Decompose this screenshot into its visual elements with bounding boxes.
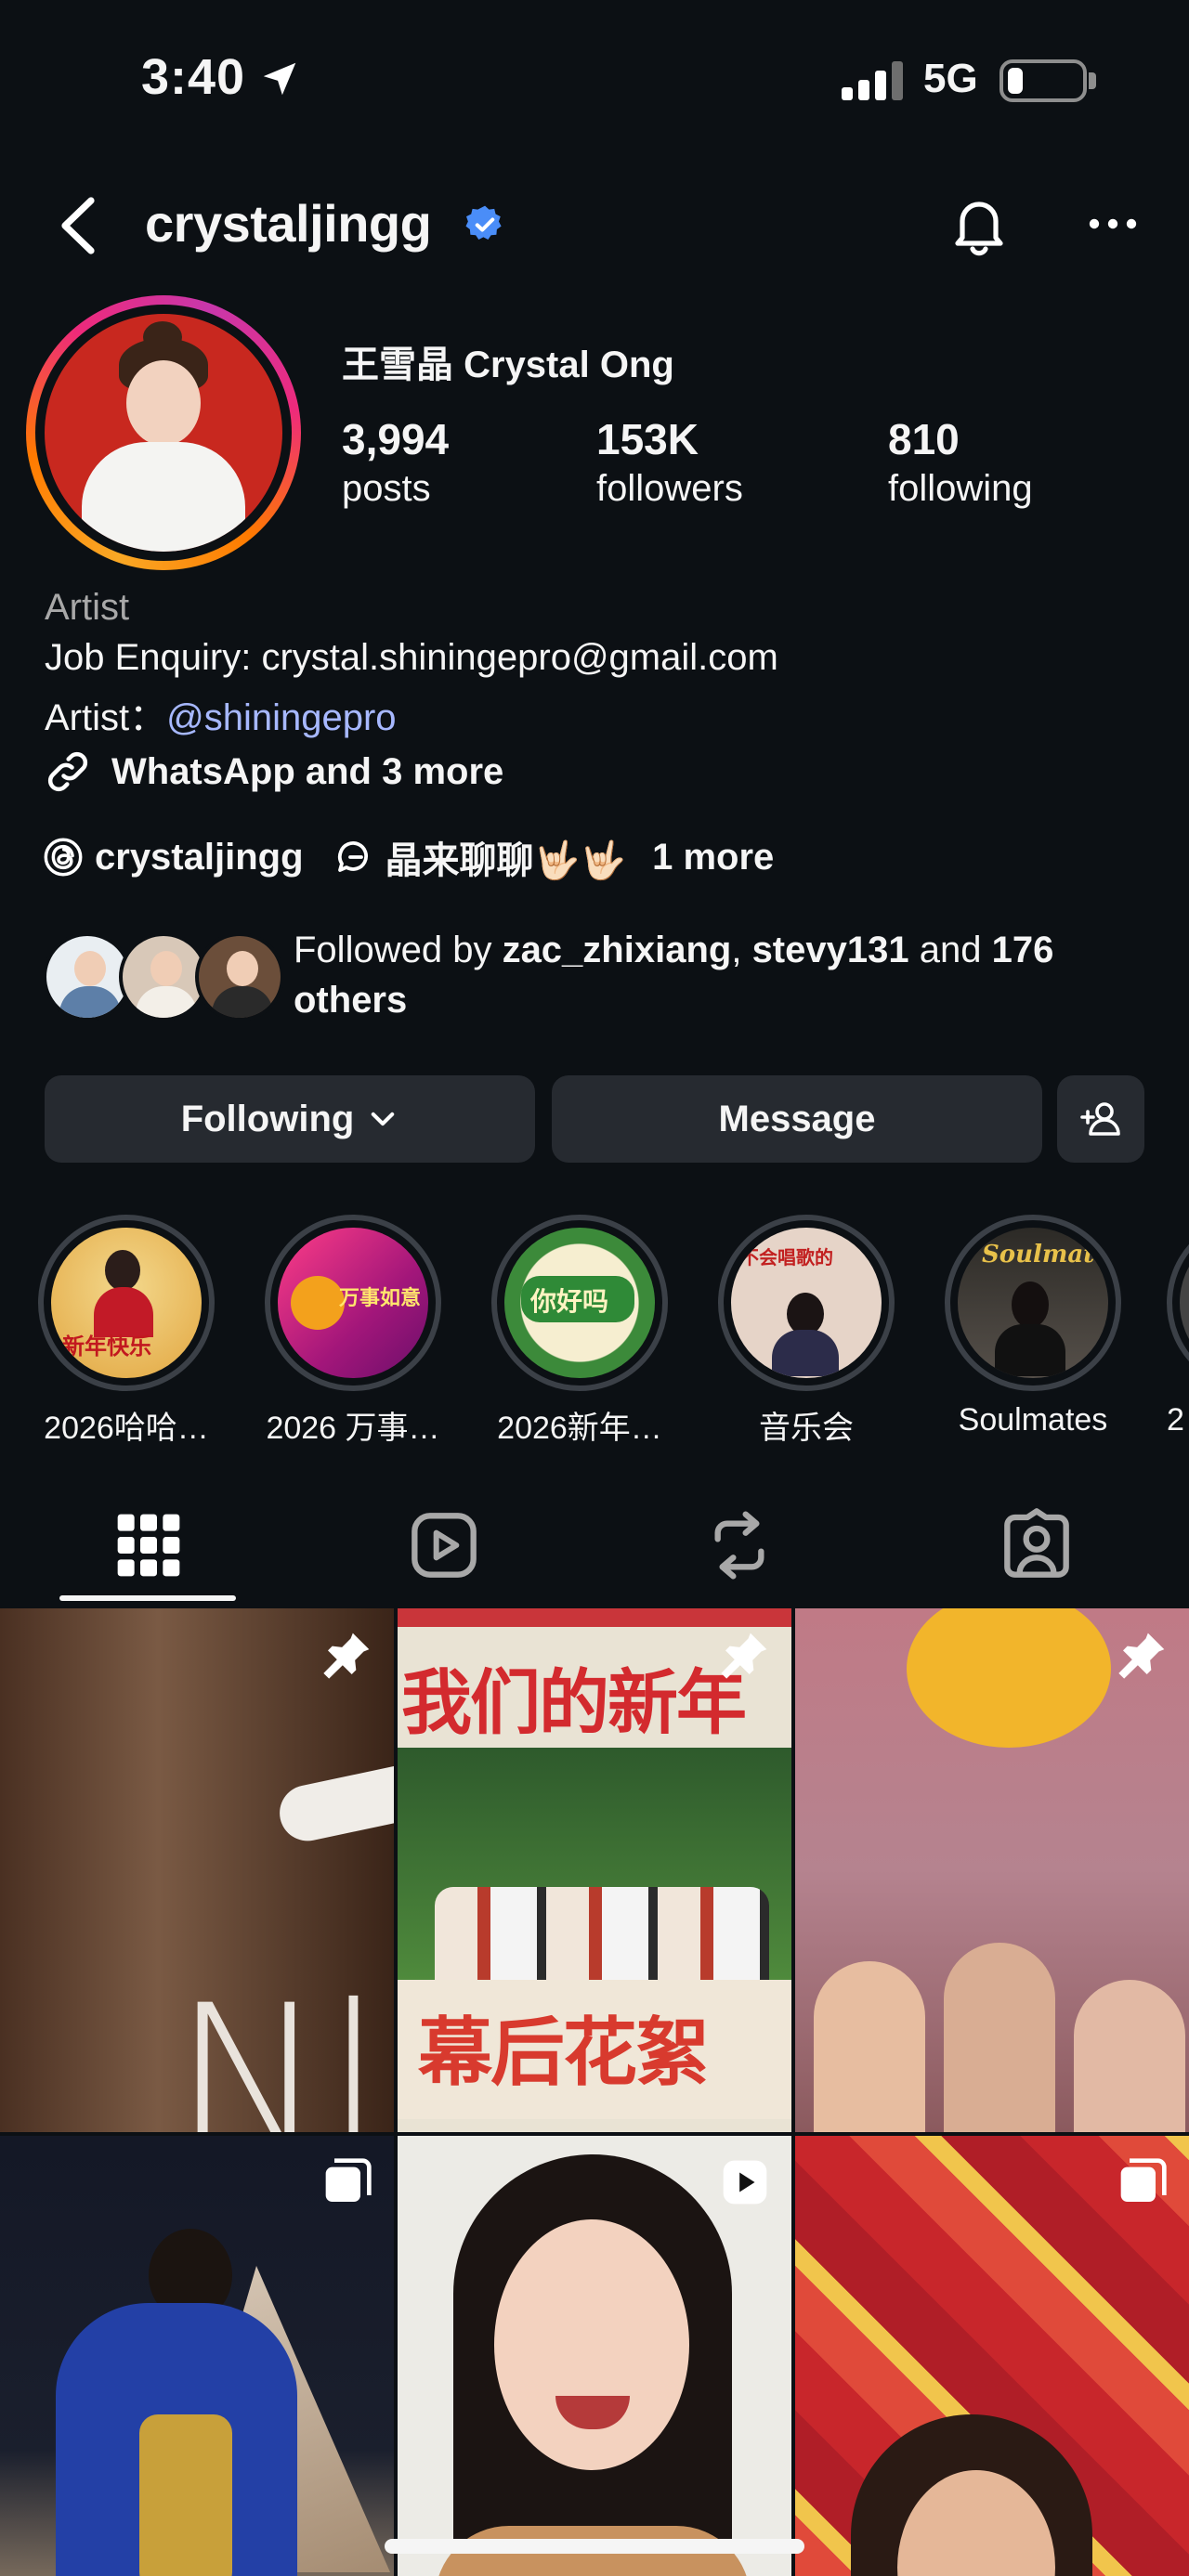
highlight-art-text: Soulmate: [982, 1241, 1108, 1268]
following-stat[interactable]: 810 following: [888, 414, 1033, 510]
pinned-icon: [323, 1633, 370, 1679]
tab-tagged-icon[interactable]: [1000, 1508, 1074, 1582]
posts-label: posts: [342, 468, 431, 509]
home-indicator[interactable]: [385, 2539, 804, 2554]
bio-email-line: Job Enquiry: crystal.shiningepro@gmail.c…: [45, 637, 778, 678]
post-overlay-text: Nl: [173, 1961, 383, 2132]
mutual-followers-avatars[interactable]: [43, 932, 284, 1021]
grid-post[interactable]: 我们的新年 幕后花絮: [398, 1608, 791, 2132]
posts-stat[interactable]: 3,994 posts: [342, 414, 449, 510]
followed-by-prefix: Followed by: [294, 930, 503, 970]
highlight-cover: 不会唱歌的: [731, 1228, 882, 1378]
back-chevron-icon[interactable]: [50, 193, 102, 258]
pinned-icon: [721, 1633, 767, 1679]
signal-icon: [842, 61, 903, 100]
story-ring[interactable]: [26, 295, 301, 570]
profile-avatar[interactable]: [45, 314, 282, 552]
followers-label: followers: [596, 468, 743, 509]
posts-count: 3,994: [342, 415, 450, 463]
bio-artist-line: Artist：@shiningepro: [45, 687, 397, 741]
status-time: 3:40: [141, 49, 246, 105]
reel-icon: [723, 2160, 767, 2205]
highlight-cover: Soulmate: [958, 1228, 1108, 1378]
carousel-icon: [1120, 2158, 1167, 2202]
artist-mention-link[interactable]: @shiningepro: [166, 697, 396, 738]
avatar: [195, 932, 284, 1021]
highlight-item[interactable]: 万事如意 2026 万事…: [260, 1215, 446, 1448]
carousel-icon: [325, 2158, 372, 2202]
more-links-button[interactable]: 1 more: [652, 837, 774, 878]
following-button[interactable]: Following: [45, 1075, 535, 1163]
highlight-label: 音乐会: [759, 1411, 854, 1446]
following-count: 810: [888, 415, 960, 463]
broadcast-channel-name[interactable]: 晶来聊聊🤟🏻🤟🏻: [385, 830, 627, 884]
mutual-user-2: stevy131: [751, 930, 909, 970]
location-arrow-icon: [263, 62, 296, 96]
bio-category: Artist: [45, 587, 130, 628]
and-text: and: [908, 930, 992, 970]
network-type: 5G: [923, 56, 978, 101]
followers-stat[interactable]: 153K followers: [596, 414, 743, 510]
grid-post[interactable]: [795, 1608, 1189, 2132]
highlight-item[interactable]: 新年快乐 2026哈哈…: [33, 1215, 219, 1448]
battery-icon: [1000, 59, 1087, 102]
highlight-art-text: 不会唱歌的: [740, 1248, 833, 1268]
highlight-label: 2026新年…: [497, 1411, 662, 1446]
highlight-item[interactable]: 2: [1167, 1215, 1189, 1438]
post-subtitle-text: 幕后花絮: [418, 2010, 710, 2096]
notification-bell-icon[interactable]: [946, 191, 1013, 258]
threads-handle[interactable]: crystaljingg: [95, 837, 304, 878]
tab-reposts-icon[interactable]: [702, 1508, 777, 1582]
artist-prefix: Artist：: [45, 697, 167, 738]
highlight-label: 2026哈哈…: [44, 1411, 209, 1446]
active-tab-indicator: [59, 1595, 236, 1601]
highlight-item[interactable]: Soulmate Soulmates: [940, 1215, 1126, 1438]
link-icon: [47, 751, 88, 792]
status-bar: 3:40 5G: [0, 0, 1189, 158]
pinned-icon: [1118, 1633, 1165, 1679]
message-button-label: Message: [718, 1098, 876, 1139]
threads-row: crystaljingg 晶来聊聊🤟🏻🤟🏻 1 more: [43, 830, 774, 884]
tab-posts-grid-icon[interactable]: [111, 1508, 186, 1582]
threads-icon[interactable]: [43, 837, 84, 878]
followers-count: 153K: [596, 415, 699, 463]
profile-username: crystaljingg: [145, 194, 432, 253]
add-user-icon: [1080, 1102, 1120, 1136]
post-title-text: 我们的新年: [401, 1661, 747, 1744]
grid-post[interactable]: [398, 2136, 791, 2576]
chevron-down-icon: [372, 1112, 395, 1126]
external-links[interactable]: WhatsApp and 3 more: [43, 747, 503, 797]
suggested-users-button[interactable]: [1057, 1075, 1144, 1163]
links-label: WhatsApp and 3 more: [111, 750, 504, 792]
mutual-user-1: zac_zhixiang: [502, 930, 732, 970]
grid-post[interactable]: [0, 2136, 394, 2576]
grid-post[interactable]: Nl: [0, 1608, 394, 2132]
battery-cap: [1089, 72, 1096, 89]
highlight-cover: 你好吗: [504, 1228, 655, 1378]
followed-by-text[interactable]: Followed by zac_zhixiang, stevy131 and 1…: [294, 925, 1157, 1025]
following-button-label: Following: [180, 1098, 355, 1139]
highlight-label: 2026 万事…: [266, 1411, 440, 1446]
highlight-art-text: 新年快乐: [62, 1334, 151, 1360]
tab-reels-icon[interactable]: [407, 1508, 481, 1582]
highlight-art-text: 万事如意: [339, 1286, 422, 1309]
highlight-item[interactable]: 你好吗 2026新年…: [487, 1215, 673, 1448]
broadcast-chat-icon: [337, 841, 368, 872]
following-label: following: [888, 468, 1033, 509]
highlight-cover: 万事如意: [278, 1228, 428, 1378]
highlight-item[interactable]: 不会唱歌的 音乐会: [713, 1215, 899, 1448]
more-options-icon[interactable]: [1087, 210, 1139, 238]
separator: ,: [731, 930, 752, 970]
highlight-label: 2: [1167, 1402, 1184, 1438]
highlight-art-text: 你好吗: [530, 1287, 609, 1316]
verified-badge-icon: [465, 205, 502, 240]
highlight-cover: 新年快乐: [51, 1228, 202, 1378]
message-button[interactable]: Message: [552, 1075, 1042, 1163]
display-name: 王雪晶 Crystal Ong: [342, 345, 674, 385]
highlight-label: Soulmates: [958, 1402, 1108, 1438]
grid-post[interactable]: [795, 2136, 1189, 2576]
